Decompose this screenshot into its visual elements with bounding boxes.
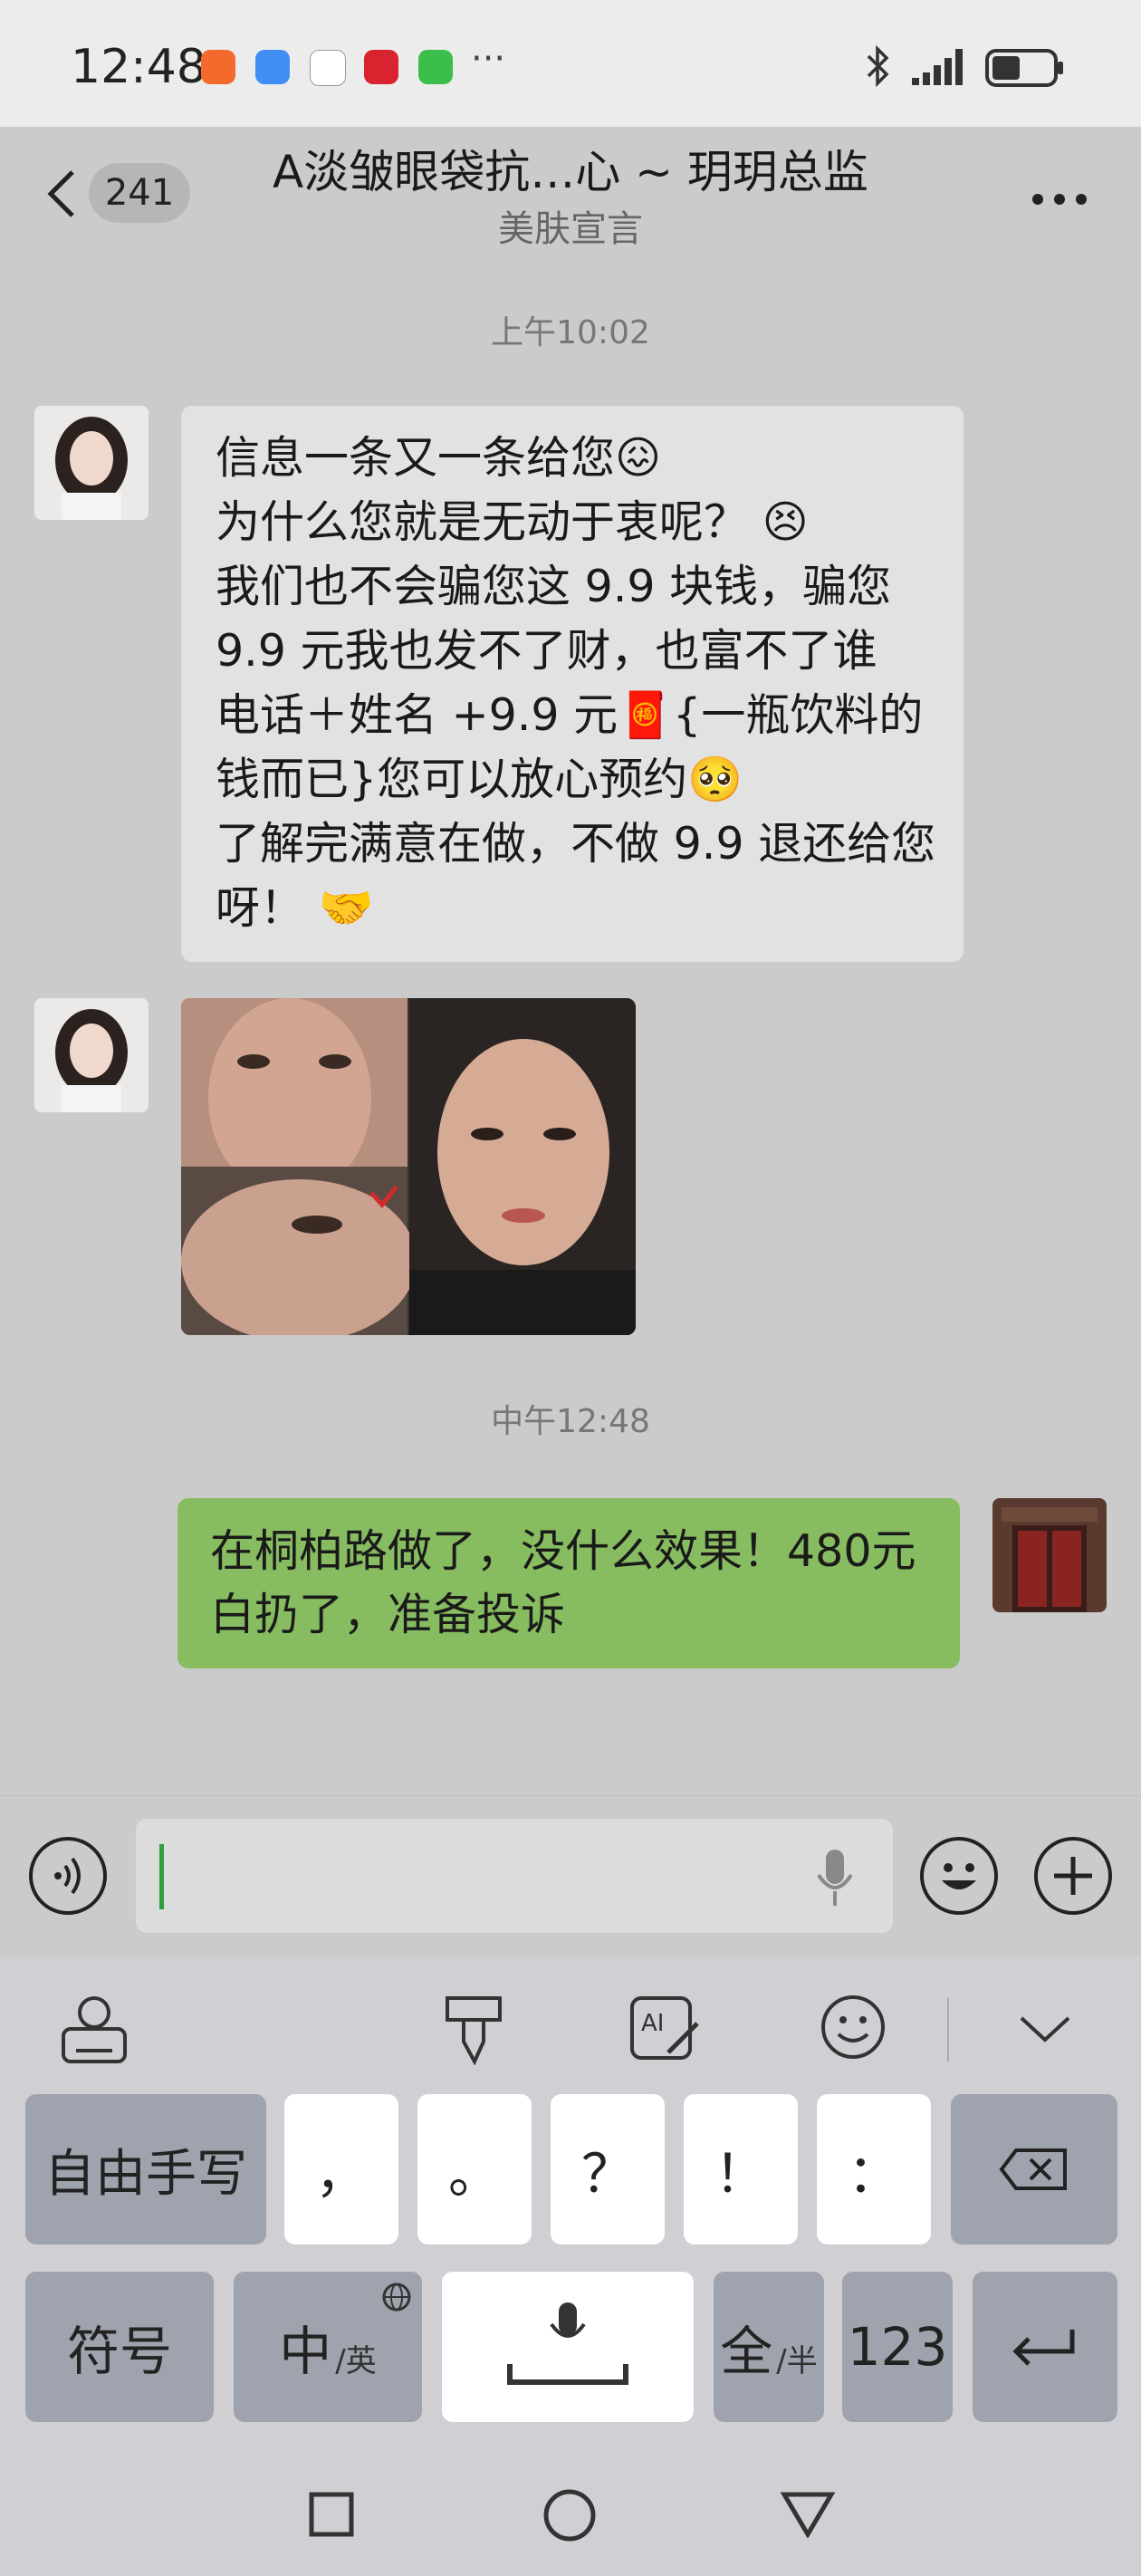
voice-input-toggle-button[interactable]	[29, 1837, 107, 1915]
toolbar-divider	[947, 1998, 949, 2062]
chinese-english-switch-key[interactable]: 中/英	[234, 2272, 422, 2422]
timestamp: 中午12:48	[491, 1403, 650, 1440]
timestamp: 上午10:02	[491, 314, 650, 351]
notification-overflow: ···	[471, 38, 506, 80]
chat-subtitle: 美肤宣言	[498, 208, 643, 250]
full-label: 全	[720, 2321, 773, 2382]
message-text: 信息一条又一条给您😖 为什么您就是无动于衷呢？ 😣 我们也不会骗您这 9.9 块…	[216, 432, 936, 934]
voice-space-icon	[507, 2302, 628, 2385]
period-key[interactable]: 。	[417, 2094, 532, 2244]
en-sublabel: /英	[335, 2342, 377, 2379]
exclamation-key[interactable]: ！	[684, 2094, 798, 2244]
backspace-key[interactable]	[951, 2094, 1117, 2244]
status-time: 12:48	[71, 40, 206, 94]
battery-icon	[985, 49, 1063, 87]
collapse-keyboard-icon[interactable]	[1018, 2013, 1072, 2045]
avatar[interactable]	[34, 998, 149, 1112]
message-text: 在桐柏路做了，没什么效果！480元白扔了，准备投诉	[210, 1525, 916, 1640]
chat-title: A淡皱眼袋抗…心 ~ 玥玥总监	[273, 146, 868, 198]
avatar-door-picture	[992, 1498, 1107, 1612]
kuaishou-app-icon	[201, 50, 235, 84]
tiktok-app-icon	[310, 50, 346, 86]
text-caret	[159, 1844, 164, 1909]
microphone-icon[interactable]	[815, 1848, 855, 1909]
back-arrow-icon[interactable]	[43, 168, 80, 219]
emoji-panel-icon[interactable]	[819, 1993, 887, 2062]
comma-key[interactable]: ，	[284, 2094, 398, 2244]
smiley-icon	[942, 1863, 976, 1889]
number-key[interactable]: 123	[842, 2272, 953, 2422]
bluetooth-icon	[867, 45, 889, 87]
globe-icon	[382, 2283, 411, 2312]
messages-app-icon	[255, 50, 290, 84]
avatar-portrait	[34, 406, 149, 520]
news-app-icon	[364, 50, 398, 84]
enter-icon	[1012, 2330, 1075, 2366]
half-sublabel: /半	[776, 2342, 818, 2379]
wechat-app-icon	[418, 50, 453, 84]
message-input[interactable]	[136, 1819, 893, 1933]
enter-key[interactable]	[973, 2272, 1117, 2422]
brush-icon[interactable]	[442, 1993, 505, 2065]
colon-key[interactable]: ：	[817, 2094, 931, 2244]
before-after-faces	[181, 998, 636, 1335]
recent-apps-icon[interactable]	[308, 2491, 355, 2538]
full-half-width-key[interactable]: 全/半	[714, 2272, 824, 2422]
zh-label: 中	[279, 2321, 332, 2382]
more-functions-button[interactable]	[1034, 1837, 1112, 1915]
home-icon[interactable]	[542, 2487, 598, 2543]
unread-count-badge[interactable]: 241	[89, 163, 190, 223]
signal-icon	[912, 49, 963, 85]
ai-writing-icon[interactable]: AI	[628, 1993, 701, 2065]
avatar[interactable]	[34, 406, 149, 520]
handwriting-key[interactable]: 自由手写	[25, 2094, 266, 2244]
svg-text:AI: AI	[641, 2010, 664, 2037]
question-key[interactable]: ？	[551, 2094, 665, 2244]
avatar-portrait	[34, 998, 149, 1112]
emoji-button[interactable]	[920, 1837, 998, 1915]
space-key[interactable]	[442, 2272, 694, 2422]
photo-collage-image[interactable]	[181, 998, 636, 1335]
back-nav-icon[interactable]	[781, 2491, 835, 2538]
voice-wave-icon	[54, 1857, 81, 1895]
symbols-key[interactable]: 符号	[25, 2272, 214, 2422]
plus-icon	[1054, 1857, 1092, 1895]
my-avatar[interactable]	[992, 1498, 1107, 1612]
keyboard-settings-icon[interactable]	[60, 1993, 129, 2065]
backspace-icon	[999, 2148, 1067, 2190]
more-options-icon[interactable]	[1031, 192, 1088, 207]
